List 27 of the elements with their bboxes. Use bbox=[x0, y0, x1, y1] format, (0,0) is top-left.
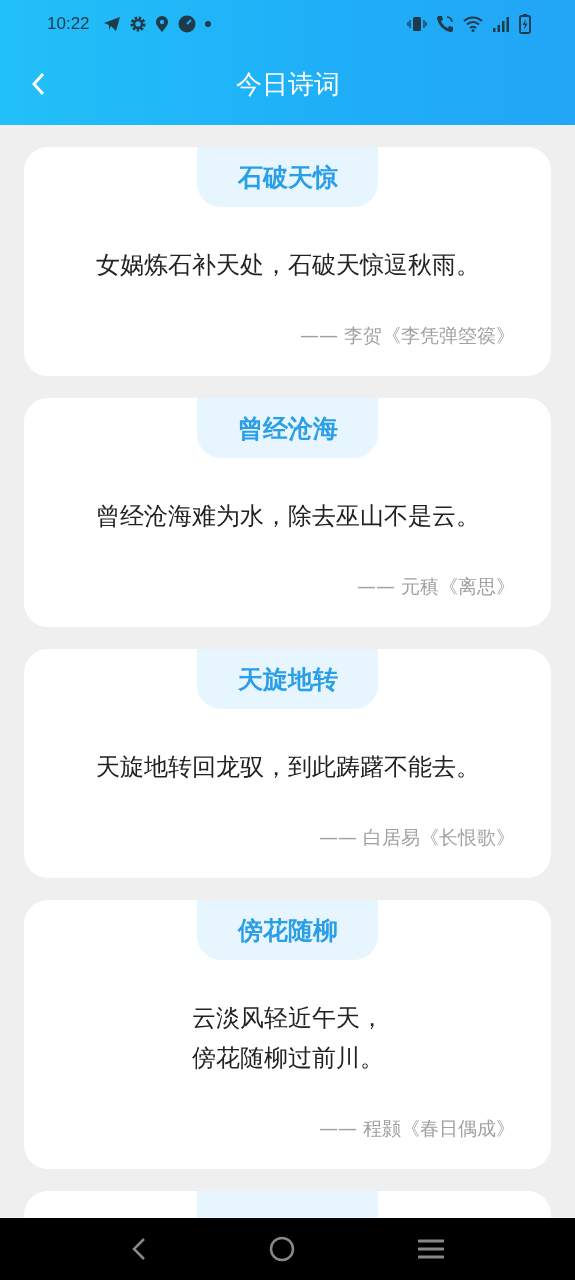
poem-text: 女娲炼石补天处，石破天惊逗秋雨。 bbox=[95, 250, 480, 281]
phone-call-icon bbox=[436, 15, 454, 33]
wifi-icon bbox=[463, 16, 483, 32]
back-nav-icon[interactable] bbox=[131, 1237, 146, 1261]
poem-text: 天旋地转回龙驭，到此踌躇不能去。 bbox=[95, 752, 480, 783]
battery-charging-icon bbox=[519, 14, 531, 34]
paper-plane-icon bbox=[102, 16, 121, 32]
menu-nav-icon[interactable] bbox=[417, 1238, 444, 1260]
poem-source: —— 元稹《离思》 bbox=[356, 574, 515, 599]
signal-icon bbox=[492, 16, 510, 32]
page-title: 今日诗词 bbox=[235, 67, 340, 101]
poem-text: 云淡风轻近午天， 傍花随柳过前川。 bbox=[191, 1003, 384, 1074]
home-nav-icon[interactable] bbox=[268, 1236, 295, 1262]
poem-source: —— 李贺《李凭弹箜篌》 bbox=[299, 323, 515, 348]
gauge-icon bbox=[177, 15, 196, 33]
poem-source: —— 白居易《长恨歌》 bbox=[318, 825, 515, 850]
poem-title: 傍花随柳 bbox=[197, 900, 378, 960]
location-pin-icon bbox=[154, 15, 169, 33]
poem-title: 石破天惊 bbox=[197, 147, 378, 207]
dot-icon bbox=[204, 21, 211, 27]
poem-source: —— 程颢《春日偶成》 bbox=[318, 1116, 515, 1141]
poem-title: 天旋地转 bbox=[197, 649, 378, 709]
status-time: 10:22 bbox=[47, 14, 90, 34]
poem-text: 曾经沧海难为水，除去巫山不是云。 bbox=[95, 501, 480, 532]
poem-title: 曾经沧海 bbox=[197, 398, 378, 458]
settings-icon bbox=[129, 16, 146, 32]
vibrate-icon bbox=[407, 16, 427, 32]
